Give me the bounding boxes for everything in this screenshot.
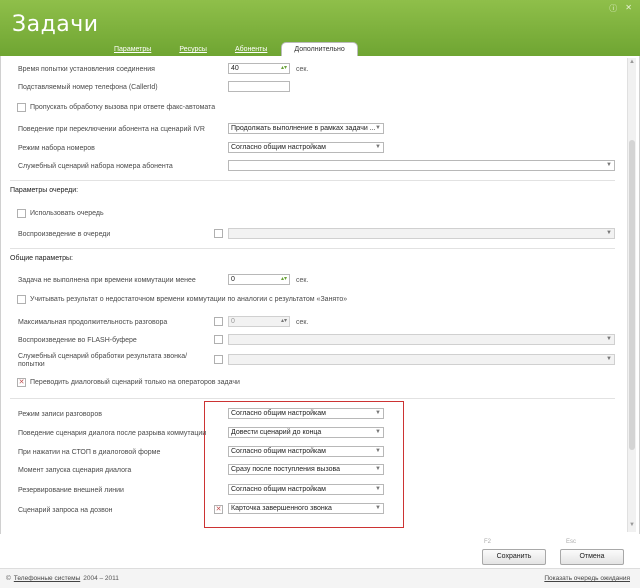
dial-script-select[interactable]: ▼ [228,160,615,171]
caller-id-input[interactable] [228,81,290,92]
result-script-select[interactable]: ▼ [228,354,615,365]
result-script-label: Служебный сценарий обработки результата … [18,353,188,368]
save-key-hint: F2 [484,539,492,545]
section-divider [10,248,615,249]
show-queue-link[interactable]: Показать очередь ожидания [544,575,630,582]
stop-press-label: При нажатии на СТОП в диалоговой форме [18,449,161,456]
window-controls: ⓘ ✕ [609,3,632,14]
close-icon[interactable]: ✕ [625,3,632,14]
dialog-operators-checkbox[interactable]: ✕ [17,378,26,387]
use-queue-label: Использовать очередь [30,210,104,217]
max-duration-unit: сек. [296,319,309,326]
line-reserve-label: Резервирование внешней линии [18,487,124,494]
dial-mode-select[interactable]: Согласно общим настройкам ▼ [228,142,384,153]
app-title: Задачи [12,12,99,37]
dial-attempt-time-field[interactable]: 40 ▴▾ [228,63,290,74]
flash-playback-label: Воспроизведение во FLASH-буфере [18,337,137,344]
scroll-down-icon[interactable]: ▼ [629,522,635,528]
spin-arrows-icon[interactable]: ▴▾ [281,64,287,73]
company-link[interactable]: Телефонные системы [14,575,80,582]
dialog-operators-label: Переводить диалоговый сценарий только на… [30,379,240,386]
launch-moment-label: Момент запуска сценария диалога [18,467,132,474]
cancel-button[interactable]: Отмена [560,549,624,565]
cancel-key-hint: Esc [566,539,577,545]
dial-script-label: Служебный сценарий набора номера абонент… [18,163,173,170]
dial-attempt-time-label: Время попытки установления соединения [18,66,155,73]
copyright: © Телефонные системы 2004 – 2011 [6,575,119,582]
skip-fax-label: Пропускать обработку вызова при ответе ф… [30,104,216,111]
chevron-down-icon[interactable]: ▼ [375,447,381,456]
chevron-down-icon[interactable]: ▼ [606,335,612,344]
copyright-icon: © [6,575,11,582]
chevron-down-icon[interactable]: ▼ [375,143,381,152]
count-busy-label: Учитывать результат о недостаточном врем… [30,296,348,303]
callback-script-select[interactable]: Карточка завершенного звонка ▼ [228,503,384,514]
spin-arrows-icon[interactable]: ▴▾ [281,317,287,326]
status-bar: © Телефонные системы 2004 – 2011 Показат… [0,568,640,588]
record-mode-select[interactable]: Согласно общим настройкам ▼ [228,408,384,419]
scroll-up-icon[interactable]: ▲ [629,59,635,65]
chevron-down-icon[interactable]: ▼ [375,409,381,418]
chevron-down-icon[interactable]: ▼ [375,485,381,494]
tab-subscribers[interactable]: Абоненты [221,46,281,56]
ivr-behavior-label: Поведение при переключении абонента на с… [18,126,205,133]
result-script-checkbox[interactable] [214,355,223,364]
dial-mode-label: Режим набора номеров [18,145,95,152]
info-icon[interactable]: ⓘ [609,3,617,14]
after-break-label: Поведение сценария диалога после разрыва… [18,430,207,437]
chevron-down-icon[interactable]: ▼ [375,428,381,437]
queue-playback-select[interactable]: ▼ [228,228,615,239]
callback-script-checkbox[interactable]: ✕ [214,505,223,514]
queue-playback-label: Воспроизведение в очереди [18,231,111,238]
queue-playback-checkbox[interactable] [214,229,223,238]
callback-script-label: Сценарий запроса на дозвон [18,507,113,514]
tab-bar: Параметры Ресурсы Абоненты Дополнительно [100,42,358,56]
section-divider [10,398,615,399]
launch-moment-select[interactable]: Сразу после поступления вызова ▼ [228,464,384,475]
copyright-years: 2004 – 2011 [83,575,119,582]
after-break-select[interactable]: Довести сценарий до конца ▼ [228,427,384,438]
min-switch-time-field[interactable]: 0 ▴▾ [228,274,290,285]
queue-section-title: Параметры очереди: [10,187,79,194]
min-switch-time-label: Задача не выполнена при времени коммутац… [18,277,196,284]
vertical-scrollbar[interactable]: ▲ ▼ [627,58,636,532]
skip-fax-checkbox[interactable] [17,103,26,112]
max-duration-field[interactable]: 0 ▴▾ [228,316,290,327]
count-busy-checkbox[interactable] [17,295,26,304]
spin-arrows-icon[interactable]: ▴▾ [281,275,287,284]
chevron-down-icon[interactable]: ▼ [606,355,612,364]
max-duration-checkbox[interactable] [214,317,223,326]
tab-additional[interactable]: Дополнительно [281,42,358,56]
tab-resources[interactable]: Ресурсы [165,46,221,56]
dial-attempt-time-unit: сек. [296,66,309,73]
chevron-down-icon[interactable]: ▼ [606,229,612,238]
general-section-title: Общие параметры: [10,255,73,262]
header-bar: Задачи ⓘ ✕ Параметры Ресурсы Абоненты До… [0,0,640,56]
max-duration-label: Максимальная продолжительность разговора [18,319,168,326]
record-mode-label: Режим записи разговоров [18,411,102,418]
section-divider [10,180,615,181]
use-queue-checkbox[interactable] [17,209,26,218]
line-reserve-select[interactable]: Согласно общим настройкам ▼ [228,484,384,495]
ivr-behavior-select[interactable]: Продолжать выполнение в рамках задачи ..… [228,123,384,134]
chevron-down-icon[interactable]: ▼ [606,161,612,170]
min-switch-time-unit: сек. [296,277,309,284]
tab-parameters[interactable]: Параметры [100,46,165,56]
chevron-down-icon[interactable]: ▼ [375,504,381,513]
scrollbar-thumb[interactable] [629,140,635,450]
caller-id-label: Подставляемый номер телефона (CallerId) [18,84,158,91]
flash-playback-checkbox[interactable] [214,335,223,344]
save-button[interactable]: Сохранить [482,549,546,565]
flash-playback-select[interactable]: ▼ [228,334,615,345]
chevron-down-icon[interactable]: ▼ [375,124,381,133]
chevron-down-icon[interactable]: ▼ [375,465,381,474]
stop-press-select[interactable]: Согласно общим настройкам ▼ [228,446,384,457]
